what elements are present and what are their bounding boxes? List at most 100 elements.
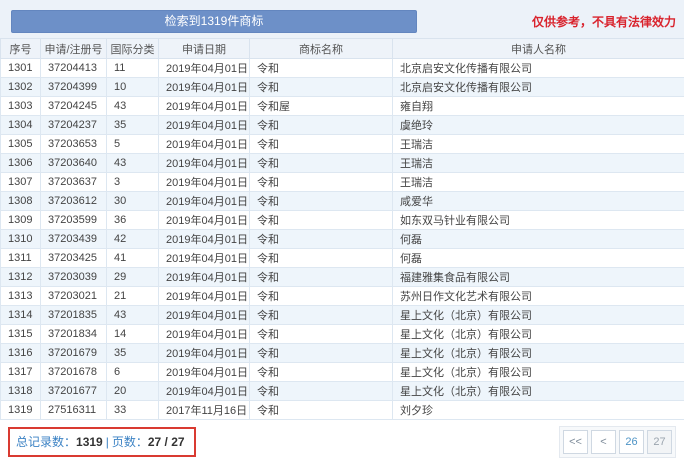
trademark-name-link[interactable]: 令和	[249, 134, 393, 154]
intl-class-cell: 11	[106, 58, 159, 78]
trademark-name-link[interactable]: 令和	[249, 210, 393, 230]
applicant-name-cell: 北京启安文化传播有限公司	[392, 58, 684, 78]
table-row: 1314 37201835 43 2019年04月01日 令和 星上文化（北京）有限公司	[0, 305, 684, 325]
application-date-cell: 2019年04月01日	[158, 362, 250, 382]
summary-separator: |	[105, 435, 109, 449]
application-number-link[interactable]: 37204245	[40, 96, 107, 116]
applicant-name-cell: 何磊	[392, 248, 684, 268]
page-count-value: 27 / 27	[147, 435, 185, 449]
table-row: 1316 37201679 35 2019年04月01日 令和 星上文化（北京）有限公司	[0, 343, 684, 363]
column-header-5: 申请人名称	[392, 38, 684, 59]
application-date-cell: 2019年04月01日	[158, 77, 250, 97]
row-number-cell: 1319	[0, 400, 41, 420]
application-number-link[interactable]: 37203653	[40, 134, 107, 154]
table-row: 1315 37201834 14 2019年04月01日 令和 星上文化（北京）有限公司	[0, 324, 684, 344]
row-number-cell: 1306	[0, 153, 41, 173]
application-number-link[interactable]: 37203640	[40, 153, 107, 173]
applicant-name-cell: 苏州日作文化艺术有限公司	[392, 286, 684, 306]
table-row: 1305 37203653 5 2019年04月01日 令和 王瑞洁	[0, 134, 684, 154]
trademark-name-link[interactable]: 令和	[249, 191, 393, 211]
total-records-value: 1319	[76, 435, 103, 449]
table-row: 1310 37203439 42 2019年04月01日 令和 何磊	[0, 229, 684, 249]
intl-class-cell: 36	[106, 210, 159, 230]
trademark-results-table: 序号 申请/注册号 国际分类 申请日期 商标名称 申请人名称 1301 37204413 11…	[0, 38, 684, 420]
application-number-link[interactable]: 37201834	[40, 324, 107, 344]
applicant-name-cell: 星上文化（北京）有限公司	[392, 381, 684, 401]
application-date-cell: 2019年04月01日	[158, 229, 250, 249]
trademark-name-link[interactable]: 令和	[249, 324, 393, 344]
trademark-name-link[interactable]: 令和	[249, 58, 393, 78]
pagination-page-27-button[interactable]: 27	[647, 430, 672, 454]
search-result-button[interactable]: 检索到1319件商标	[11, 10, 417, 33]
row-number-cell: 1317	[0, 362, 41, 382]
application-number-link[interactable]: 37203599	[40, 210, 107, 230]
intl-class-cell: 43	[106, 153, 159, 173]
table-row: 1319 27516311 33 2017年11月16日 令和 刘夕珍	[0, 400, 684, 420]
application-number-link[interactable]: 37203021	[40, 286, 107, 306]
application-date-cell: 2019年04月01日	[158, 153, 250, 173]
row-number-cell: 1309	[0, 210, 41, 230]
column-header-4: 商标名称	[249, 38, 393, 59]
row-number-cell: 1303	[0, 96, 41, 116]
table-row: 1317 37201678 6 2019年04月01日 令和 星上文化（北京）有限公司	[0, 362, 684, 382]
row-number-cell: 1310	[0, 229, 41, 249]
intl-class-cell: 6	[106, 362, 159, 382]
intl-class-cell: 42	[106, 229, 159, 249]
application-number-link[interactable]: 37201835	[40, 305, 107, 325]
row-number-cell: 1302	[0, 77, 41, 97]
row-number-cell: 1305	[0, 134, 41, 154]
pagination: << < 26 27	[559, 426, 676, 458]
trademark-name-link[interactable]: 令和	[249, 362, 393, 382]
total-records-label: 总记录数：	[16, 435, 77, 449]
pagination-first-button[interactable]: <<	[563, 430, 588, 454]
trademark-name-link[interactable]: 令和	[249, 248, 393, 268]
row-number-cell: 1304	[0, 115, 41, 135]
trademark-name-link[interactable]: 令和	[249, 229, 393, 249]
applicant-name-cell: 虞绝玲	[392, 115, 684, 135]
application-number-link[interactable]: 37203637	[40, 172, 107, 192]
footer-bar: 总记录数：1319 | 页数：27 / 27 << < 26 27	[0, 426, 684, 458]
application-number-link[interactable]: 37204399	[40, 77, 107, 97]
trademark-name-link[interactable]: 令和屋	[249, 96, 393, 116]
applicant-name-cell: 北京启安文化传播有限公司	[392, 77, 684, 97]
application-date-cell: 2019年04月01日	[158, 324, 250, 344]
applicant-name-cell: 雍自翔	[392, 96, 684, 116]
applicant-name-cell: 何磊	[392, 229, 684, 249]
application-date-cell: 2019年04月01日	[158, 58, 250, 78]
trademark-name-link[interactable]: 令和	[249, 343, 393, 363]
column-header-3: 申请日期	[158, 38, 250, 59]
column-header-1: 申请/注册号	[40, 38, 107, 59]
application-number-link[interactable]: 37204237	[40, 115, 107, 135]
application-number-link[interactable]: 37203439	[40, 229, 107, 249]
table-row: 1303 37204245 43 2019年04月01日 令和屋 雍自翔	[0, 96, 684, 116]
intl-class-cell: 29	[106, 267, 159, 287]
trademark-name-link[interactable]: 令和	[249, 286, 393, 306]
pagination-prev-button[interactable]: <	[591, 430, 616, 454]
trademark-name-link[interactable]: 令和	[249, 115, 393, 135]
application-date-cell: 2019年04月01日	[158, 248, 250, 268]
top-band: 检索到1319件商标 仅供参考，不具有法律效力	[0, 0, 684, 38]
application-number-link[interactable]: 37201679	[40, 343, 107, 363]
trademark-name-link[interactable]: 令和	[249, 172, 393, 192]
trademark-name-link[interactable]: 令和	[249, 381, 393, 401]
application-number-link[interactable]: 37203612	[40, 191, 107, 211]
table-row: 1307 37203637 3 2019年04月01日 令和 王瑞洁	[0, 172, 684, 192]
application-number-link[interactable]: 27516311	[40, 400, 107, 420]
application-date-cell: 2019年04月01日	[158, 210, 250, 230]
application-number-link[interactable]: 37201678	[40, 362, 107, 382]
trademark-name-link[interactable]: 令和	[249, 77, 393, 97]
pagination-page-26-button[interactable]: 26	[619, 430, 644, 454]
application-number-link[interactable]: 37203425	[40, 248, 107, 268]
applicant-name-cell: 王瑞洁	[392, 134, 684, 154]
row-number-cell: 1313	[0, 286, 41, 306]
trademark-name-link[interactable]: 令和	[249, 305, 393, 325]
trademark-name-link[interactable]: 令和	[249, 400, 393, 420]
trademark-name-link[interactable]: 令和	[249, 153, 393, 173]
application-number-link[interactable]: 37204413	[40, 58, 107, 78]
trademark-name-link[interactable]: 令和	[249, 267, 393, 287]
intl-class-cell: 3	[106, 172, 159, 192]
application-number-link[interactable]: 37201677	[40, 381, 107, 401]
application-number-link[interactable]: 37203039	[40, 267, 107, 287]
page-count-label: 页数：	[111, 435, 148, 449]
table-row: 1306 37203640 43 2019年04月01日 令和 王瑞洁	[0, 153, 684, 173]
